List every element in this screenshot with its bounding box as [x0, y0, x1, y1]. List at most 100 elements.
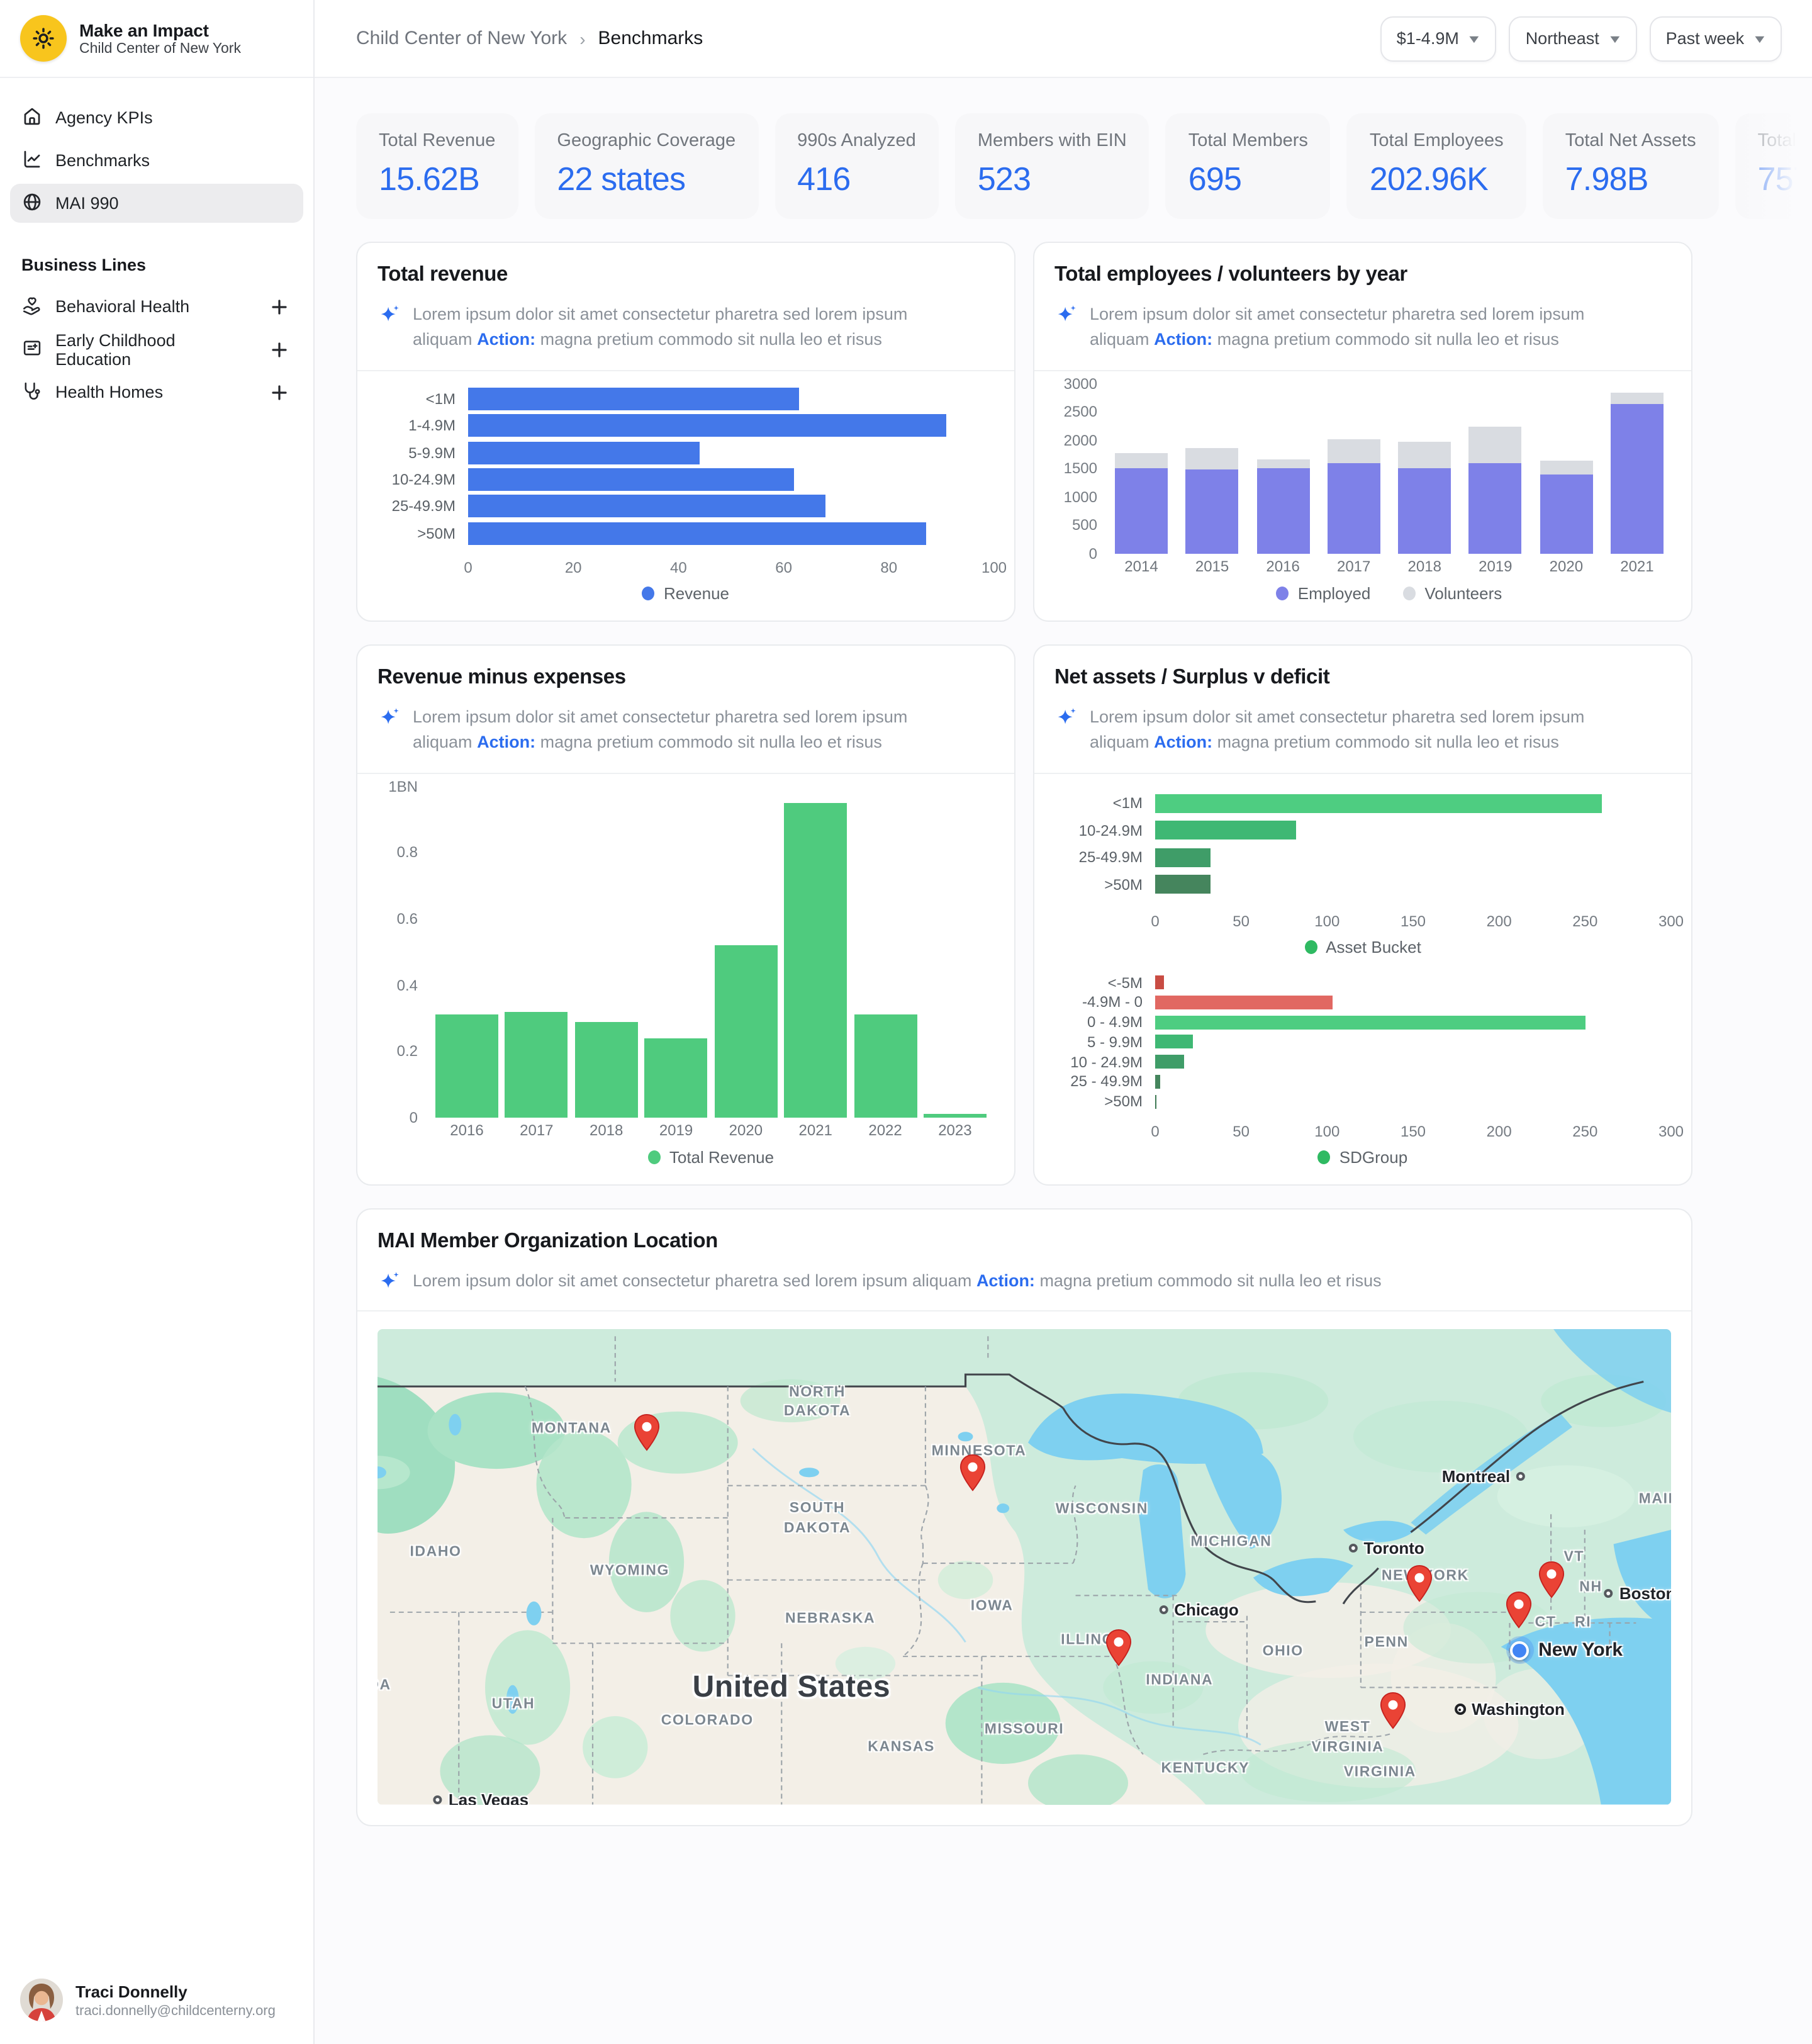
map-state-label: RI — [1575, 1614, 1591, 1634]
expand-plus-icon[interactable] — [267, 337, 292, 362]
bar-row: >50M — [1054, 1092, 1671, 1110]
map-pin-icon[interactable] — [632, 1413, 661, 1451]
employees-volunteers-card: Total employees / volunteers by year Lor… — [1033, 242, 1692, 622]
sidebar-item-benchmarks[interactable]: Benchmarks — [10, 141, 303, 180]
bar-row: -4.9M - 0 — [1054, 994, 1671, 1011]
bar-column — [1540, 383, 1592, 554]
bar-track — [468, 414, 994, 437]
action-label: Action: — [477, 733, 535, 752]
bar — [468, 388, 800, 410]
sidebar-item-mai-990[interactable]: MAI 990 — [10, 184, 303, 223]
city-name: New York — [1538, 1639, 1623, 1661]
x-tick-label: 50 — [1233, 1123, 1250, 1140]
sidebar-item-label: MAI 990 — [55, 194, 119, 213]
vbar: 0500100015002000250030002014201520162017… — [1054, 383, 1671, 605]
bar-segment — [1469, 427, 1522, 463]
home-icon — [21, 105, 43, 130]
map-state-label: NH — [1579, 1579, 1602, 1598]
map-state-label: UTAH — [492, 1695, 535, 1715]
map-city-label: Las Vegas — [433, 1790, 528, 1805]
y-tick-label: 0.2 — [397, 1043, 418, 1060]
bar-segment — [714, 945, 777, 1118]
bar — [1155, 996, 1333, 1009]
surplus-deficit-chart: <-5M-4.9M - 00 - 4.9M5 - 9.9M10 - 24.9M2… — [1054, 972, 1671, 1169]
category-label: 10-24.9M — [378, 471, 468, 488]
map-state-label: KANSAS — [868, 1738, 935, 1758]
x-tick-label: 100 — [1314, 1123, 1339, 1140]
expand-plus-icon[interactable] — [267, 379, 292, 405]
map-pin-icon[interactable] — [1379, 1691, 1407, 1729]
bar-row: <1M — [378, 388, 994, 410]
map-pin-icon[interactable] — [1404, 1565, 1433, 1603]
cards-wrap: Total revenue Lorem ipsum dolor sit amet… — [356, 242, 1692, 1826]
bar-column — [505, 786, 568, 1118]
category-label: 10 - 24.9M — [1054, 1053, 1155, 1070]
kpi-card-geographic-coverage: Geographic Coverage 22 states — [534, 113, 758, 219]
x-tick-label: 2021 — [784, 1121, 847, 1139]
sparkle-icon — [378, 706, 401, 730]
sidebar-item-behavioral-health[interactable]: Behavioral Health — [10, 287, 303, 326]
category-label: <1M — [378, 390, 468, 408]
map-state-label: OHIO — [1263, 1643, 1304, 1663]
map-state-label: PENN — [1365, 1634, 1409, 1653]
total-revenue-card: Total revenue Lorem ipsum dolor sit amet… — [356, 242, 1015, 622]
city-name: Las Vegas — [449, 1790, 528, 1805]
bar-row: 25-49.9M — [378, 495, 994, 517]
region-filter-dropdown[interactable]: Northeast ▼ — [1509, 16, 1637, 61]
legend-dot — [1403, 587, 1416, 600]
y-tick-label: 0 — [410, 1109, 418, 1126]
kpi-card-990s-analyzed: 990s Analyzed 416 — [775, 113, 939, 219]
kpi-card-total-surplus: Total Surplus 757.54M — [1735, 113, 1812, 219]
y-tick-label: 0 — [1089, 545, 1097, 563]
sidebar-item-health-homes[interactable]: Health Homes — [10, 373, 303, 412]
category-label: 25 - 49.9M — [1054, 1073, 1155, 1091]
map-pin-icon[interactable] — [1504, 1591, 1533, 1629]
map-pin-icon[interactable] — [1104, 1629, 1133, 1667]
bar — [468, 414, 947, 437]
bar — [1155, 975, 1164, 989]
ai-insight: Lorem ipsum dolor sit amet consectetur p… — [1054, 705, 1671, 756]
bar-track — [1155, 1055, 1671, 1069]
map-city-label: Chicago — [1159, 1600, 1239, 1619]
x-tick-label: 250 — [1572, 1123, 1597, 1140]
expand-plus-icon[interactable] — [267, 294, 292, 319]
card-title: MAI Member Organization Location — [378, 1230, 1671, 1254]
member-map[interactable]: MONTANANORTH DAKOTASOUTH DAKOTAMINNESOTA… — [378, 1330, 1671, 1805]
category-label: 0 - 4.9M — [1054, 1013, 1155, 1031]
sparkle-icon — [1054, 706, 1078, 730]
bar-track — [1155, 1075, 1671, 1089]
bar-track — [1155, 1035, 1671, 1049]
revenue-filter-dropdown[interactable]: $1-4.9M ▼ — [1380, 16, 1497, 61]
y-tick-label: 500 — [1072, 517, 1097, 534]
x-tick-label: 200 — [1487, 1123, 1512, 1140]
current-location-dot — [1506, 1636, 1533, 1664]
map-state-label: MONTANA — [532, 1420, 612, 1439]
sidebar: Make an Impact Child Center of New York … — [0, 0, 315, 2044]
brand-subtitle: Child Center of New York — [79, 42, 241, 57]
map-state-label: COLORADO — [661, 1712, 754, 1731]
legend-label: Asset Bucket — [1326, 938, 1421, 957]
bar-column — [1256, 383, 1309, 554]
x-tick-label: 300 — [1658, 912, 1684, 930]
hbar-rows: <-5M-4.9M - 00 - 4.9M5 - 9.9M10 - 24.9M2… — [1054, 972, 1671, 1113]
bar-row: 10-24.9M — [1054, 821, 1671, 840]
kpi-card-members-with-ein: Members with EIN 523 — [955, 113, 1149, 219]
legend-item: Volunteers — [1403, 584, 1502, 603]
x-axis: 20162017201820192020202120222023 — [428, 1118, 994, 1143]
bar-segment — [505, 1011, 568, 1118]
chart-legend: EmployedVolunteers — [1107, 579, 1671, 605]
kpi-value: 15.62B — [379, 160, 495, 199]
chart-legend: Total Revenue — [428, 1143, 994, 1169]
breadcrumb-org[interactable]: Child Center of New York — [356, 28, 567, 49]
sidebar-item-early-childhood-education[interactable]: Early Childhood Education — [10, 330, 303, 369]
map-pin-icon[interactable] — [958, 1453, 987, 1491]
bar — [468, 468, 794, 491]
map-pin-icon[interactable] — [1538, 1560, 1567, 1598]
legend-dot — [642, 587, 655, 600]
certificate-icon — [21, 337, 43, 362]
user-profile[interactable]: Traci Donnelly traci.donnelly@childcente… — [20, 1979, 276, 2021]
sidebar-item-agency-kpis[interactable]: Agency KPIs — [10, 98, 303, 137]
bar-segment — [435, 1015, 498, 1118]
map-state-label: VT — [1563, 1548, 1584, 1568]
time-filter-dropdown[interactable]: Past week ▼ — [1650, 16, 1782, 61]
